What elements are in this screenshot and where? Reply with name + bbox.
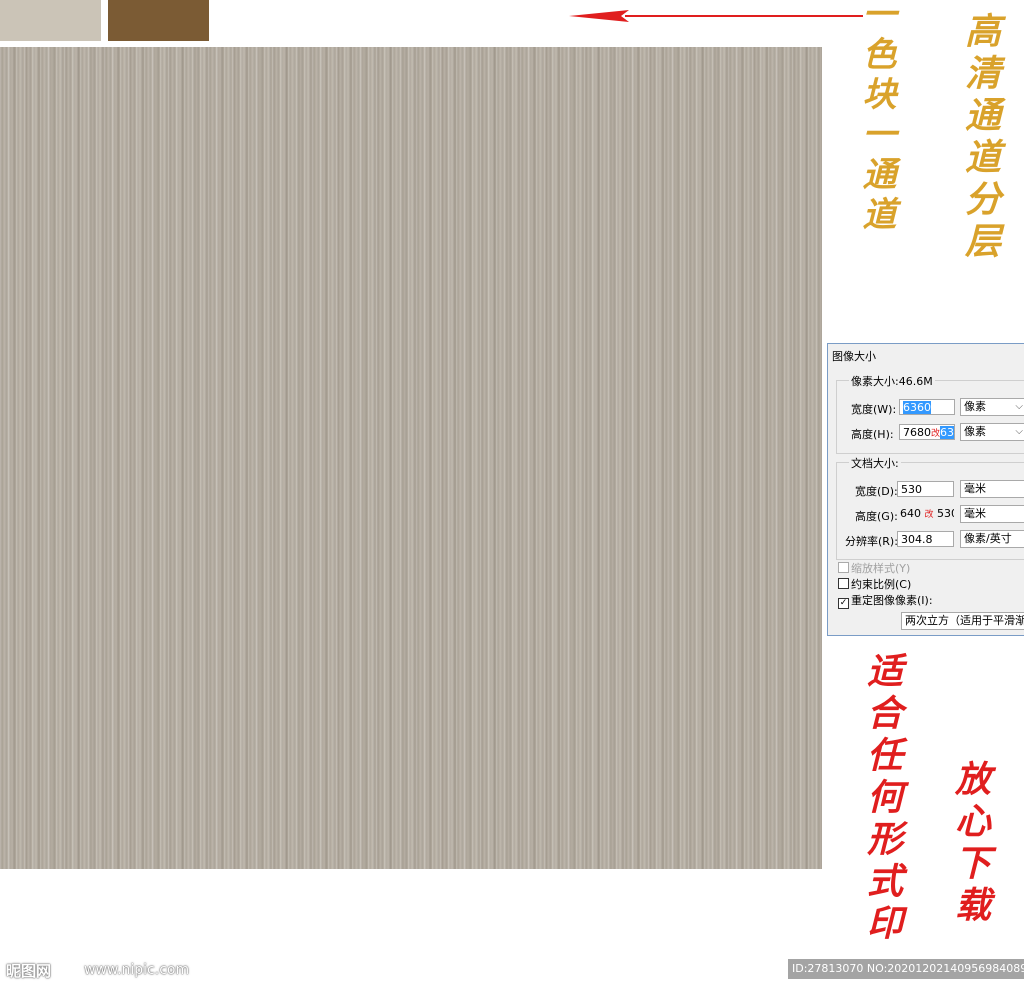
doc-height-label: 高度(G): — [855, 510, 898, 523]
pixel-width-unit-select[interactable]: 像素 ⌵ — [960, 398, 1024, 416]
pixel-height-input[interactable]: 7680改6360 — [899, 424, 955, 440]
red-arrow-icon — [569, 10, 863, 22]
pixel-dimensions-group: 像素大小:46.6M 宽度(W): 6360 像素 ⌵ 高度(H): 7680改… — [836, 373, 1024, 454]
image-size-dialog: 图像大小 像素大小:46.6M 宽度(W): 6360 像素 ⌵ 高度(H): … — [827, 343, 1024, 636]
doc-height-old-value: 640 — [900, 507, 921, 520]
resample-method-select[interactable]: 两次立方（适用于平滑渐变 — [901, 612, 1024, 630]
resample-label: 重定图像像素(I): — [851, 594, 933, 607]
doc-width-label: 宽度(D): — [855, 485, 898, 498]
watermark-id: ID:27813070 NO:20201202140956984089 — [788, 959, 1024, 979]
doc-width-unit: 毫米 — [964, 482, 986, 495]
doc-height-unit: 毫米 — [964, 507, 986, 520]
pixel-width-unit: 像素 — [964, 400, 986, 413]
chevron-down-icon: ⌵ — [1015, 401, 1023, 412]
change-mark: 改 — [924, 510, 934, 520]
pixel-width-label: 宽度(W): — [851, 403, 897, 416]
pixel-height-unit: 像素 — [964, 425, 986, 438]
resample-method-value: 两次立方（适用于平滑渐变 — [905, 614, 1024, 627]
checkbox-empty-icon — [838, 562, 849, 573]
resolution-unit-select[interactable]: 像素/英寸 — [960, 530, 1024, 548]
pixel-width-input[interactable]: 6360 — [899, 399, 955, 415]
color-swatch-dark — [108, 0, 209, 41]
pixel-width-value: 6360 — [903, 401, 931, 414]
constrain-proportions-label: 约束比例(C) — [851, 578, 912, 591]
chevron-down-icon: ⌵ — [1015, 426, 1023, 437]
dialog-title: 图像大小 — [832, 350, 876, 363]
document-size-group: 文档大小: 宽度(D): 530 毫米 高度(G): 640 改 530 毫米 … — [836, 455, 1024, 560]
pixel-height-unit-select[interactable]: 像素 ⌵ — [960, 423, 1024, 441]
checkmark-icon: ✓ — [838, 598, 849, 609]
scale-styles-label: 缩放样式(Y) — [851, 562, 911, 575]
pixel-dimensions-title: 像素大小:46.6M — [849, 373, 935, 389]
annotation-download: 放心下载 — [949, 760, 991, 928]
doc-width-unit-select[interactable]: 毫米 — [960, 480, 1024, 498]
scale-styles-checkbox[interactable]: 缩放样式(Y) — [838, 560, 910, 576]
annotation-color-channel: 一色块一通道 — [856, 0, 896, 236]
pixel-height-label: 高度(H): — [851, 428, 894, 441]
resolution-input[interactable]: 304.8 — [897, 531, 954, 547]
constrain-proportions-checkbox[interactable]: 约束比例(C) — [838, 576, 911, 592]
doc-height-unit-select[interactable]: 毫米 — [960, 505, 1024, 523]
pixel-height-new-value: 6360 — [940, 426, 954, 439]
document-size-title: 文档大小: — [849, 455, 901, 471]
watermark-url: www.nipic.com — [84, 962, 190, 978]
doc-width-input[interactable]: 530 — [897, 481, 954, 497]
resolution-unit: 像素/英寸 — [964, 532, 1012, 545]
resample-checkbox[interactable]: ✓ 重定图像像素(I): — [838, 592, 933, 609]
pixel-height-old-value: 7680 — [903, 426, 931, 439]
checkbox-empty-icon — [838, 578, 849, 589]
resolution-label: 分辨率(R): — [845, 535, 898, 548]
texture-preview — [0, 47, 822, 869]
watermark-logo: 昵图网 — [6, 962, 52, 980]
change-mark: 改 — [931, 429, 941, 439]
resolution-value: 304.8 — [901, 533, 933, 546]
doc-height-input[interactable]: 640 改 530 — [897, 506, 954, 522]
annotation-print-suitable: 适合任何形式印 — [861, 652, 903, 946]
color-swatch-light — [0, 0, 101, 41]
annotation-hd-channels: 高清通道分层 — [959, 12, 1001, 264]
doc-height-new-value: 530 — [937, 507, 954, 520]
doc-width-value: 530 — [901, 483, 922, 496]
